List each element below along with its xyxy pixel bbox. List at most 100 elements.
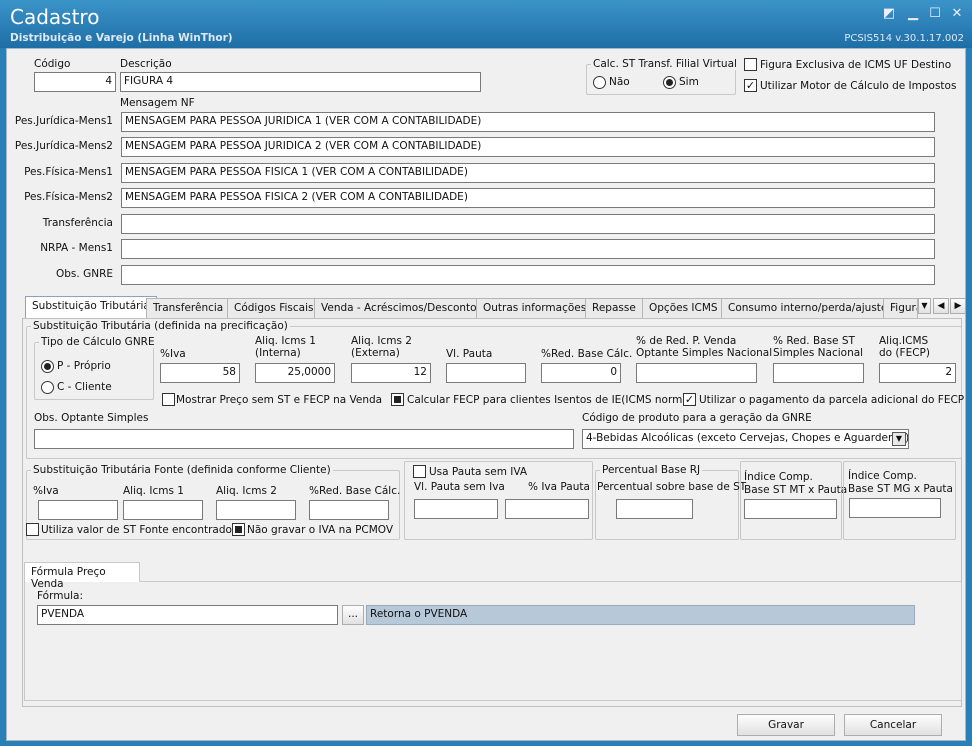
vl-pauta-sem-iva-input[interactable] [414, 499, 498, 519]
calcular-fecp-label: Calcular FECP para clientes Isentos de I… [407, 394, 696, 406]
msg-label-obs-gnre: Obs. GNRE [56, 268, 113, 280]
red-base-st-input[interactable] [773, 363, 864, 383]
msg-label-pf1: Pes.Física-Mens1 [24, 166, 113, 178]
aliq1-input[interactable]: 25,0000 [255, 363, 335, 383]
st-fonte-redbase-input[interactable] [309, 500, 389, 520]
red-base-st-sub-label: Simples Nacional [773, 347, 864, 359]
tab-transferencia[interactable]: Transferência [146, 298, 231, 318]
tab-outras-informacoes[interactable]: Outras informações [476, 298, 594, 318]
calc-st-sim-radio[interactable] [663, 76, 676, 89]
tabs-scroll-right-icon[interactable]: ▶ [950, 298, 966, 314]
utilizar-pagamento-checkbox[interactable]: ✓ [683, 393, 696, 406]
red-base-st-label: % Red. Base ST [773, 335, 855, 347]
restore-icon[interactable]: ◩ [880, 6, 898, 22]
tab-repasse[interactable]: Repasse [585, 298, 643, 318]
minimize-icon[interactable]: ▁ [904, 6, 922, 22]
aliq2-input[interactable]: 12 [351, 363, 431, 383]
msg-input-pf1[interactable]: MENSAGEM PARA PESSOA FISICA 1 (VER COM A… [121, 163, 935, 183]
msg-input-transferencia[interactable] [121, 214, 935, 234]
figura-exclusiva-checkbox[interactable] [744, 58, 757, 71]
formula-browse-button[interactable]: ... [342, 605, 364, 625]
usa-pauta-checkbox[interactable] [413, 465, 426, 478]
tab-substituicao-tributaria[interactable]: Substituição Tributária [25, 296, 157, 319]
formula-input[interactable]: PVENDA [37, 605, 338, 625]
tab-figura[interactable]: Figura [883, 298, 918, 318]
maximize-icon[interactable]: ☐ [926, 6, 944, 22]
tabs-scroll-left-icon[interactable]: ◀ [933, 298, 949, 314]
msg-input-nrpa[interactable] [121, 239, 935, 259]
msg-label-pj2: Pes.Jurídica-Mens2 [14, 140, 113, 152]
descricao-input[interactable]: FIGURA 4 [120, 72, 481, 92]
mensagem-nf-label: Mensagem NF [120, 97, 195, 109]
tab-venda-acrescimos[interactable]: Venda - Acréscimos/Descontos [314, 298, 490, 318]
mostrar-preco-label: Mostrar Preço sem ST e FECP na Venda [176, 394, 383, 406]
nao-gravar-checkbox[interactable] [232, 523, 245, 536]
msg-input-pj1[interactable]: MENSAGEM PARA PESSOA JURIDICA 1 (VER COM… [121, 112, 935, 132]
cancelar-button[interactable]: Cancelar [844, 714, 942, 736]
codigo-input[interactable]: 4 [34, 72, 116, 92]
aliq-fecp-input[interactable]: 2 [879, 363, 956, 383]
vl-pauta-sem-iva-label: Vl. Pauta sem Iva [414, 481, 505, 493]
formula-description: Retorna o PVENDA [366, 605, 915, 625]
mg-input[interactable] [849, 498, 941, 518]
window-title: Cadastro [10, 5, 100, 29]
close-icon[interactable]: ✕ [948, 6, 966, 22]
msg-label-pj1: Pes.Jurídica-Mens1 [14, 115, 113, 127]
utilizar-pagamento-label: Utilizar o pagamento da parcela adiciona… [699, 394, 965, 406]
utiliza-valor-checkbox[interactable] [26, 523, 39, 536]
rj-input[interactable] [616, 499, 693, 519]
obs-optante-label: Obs. Optante Simples [34, 412, 149, 424]
formula-panel [24, 581, 962, 701]
msg-label-pf2: Pes.Física-Mens2 [24, 191, 113, 203]
title-bar: Cadastro Distribuição e Varejo (Linha Wi… [0, 0, 972, 48]
msg-input-obs-gnre[interactable] [121, 265, 935, 285]
utilizar-motor-checkbox[interactable]: ✓ [744, 79, 757, 92]
iva-pauta-input[interactable] [505, 499, 589, 519]
red-pvenda-input[interactable] [636, 363, 757, 383]
aliq2-label: Aliq. Icms 2 [351, 335, 412, 347]
window-subtitle: Distribuição e Varejo (Linha WinThor) [10, 32, 233, 44]
tipo-p-label: P - Próprio [57, 360, 111, 372]
msg-input-pf2[interactable]: MENSAGEM PARA PESSOA FISICA 2 (VER COM A… [121, 188, 935, 208]
st-fonte-aliq1-input[interactable] [123, 500, 203, 520]
aliq1-label: Aliq. Icms 1 [255, 335, 316, 347]
tabs-dropdown-icon[interactable]: ▼ [918, 298, 931, 314]
rj-label: Percentual sobre base de ST [597, 481, 747, 493]
red-pvenda-label: % de Red. P. Venda [636, 335, 737, 347]
chevron-down-icon[interactable]: ▼ [892, 432, 906, 446]
tipo-p-radio[interactable] [41, 360, 54, 373]
rj-title: Percentual Base RJ [600, 464, 703, 476]
codigo-produto-select[interactable]: 4-Bebidas Alcoólicas (exceto Cervejas, C… [582, 429, 909, 449]
gravar-button[interactable]: Gravar [737, 714, 835, 736]
aliq-fecp-sub-label: do (FECP) [879, 347, 930, 359]
msg-input-pj2[interactable]: MENSAGEM PARA PESSOA JURIDICA 2 (VER COM… [121, 137, 935, 157]
aliq2-sub-label: (Externa) [351, 347, 400, 359]
st-fonte-aliq2-label: Aliq. Icms 2 [216, 485, 277, 497]
mt-label: Índice Comp. [744, 471, 813, 483]
vl-pauta-input[interactable] [446, 363, 526, 383]
codigo-produto-value: 4-Bebidas Alcoólicas (exceto Cervejas, C… [586, 432, 909, 444]
utilizar-motor-label: Utilizar Motor de Cálculo de Impostos [760, 80, 957, 92]
tipo-c-radio[interactable] [41, 381, 54, 394]
mt-input[interactable] [744, 499, 837, 519]
obs-optante-input[interactable] [34, 429, 574, 449]
tab-formula-preco-venda[interactable]: Fórmula Preço Venda [24, 562, 140, 590]
mg-sub-label: Base ST MG x Pauta [848, 483, 953, 495]
tab-opcoes-icms[interactable]: Opções ICMS [642, 298, 725, 318]
st-group-title: Substituição Tributária (definida na pre… [31, 320, 290, 332]
st-fonte-aliq2-input[interactable] [216, 500, 296, 520]
tab-consumo-interno[interactable]: Consumo interno/perda/ajuste [721, 298, 895, 318]
st-fonte-iva-input[interactable] [38, 500, 118, 520]
iva-label: %Iva [160, 348, 186, 360]
red-base-input[interactable]: 0 [541, 363, 621, 383]
form-client-area: Código 4 Descrição FIGURA 4 Calc. ST Tra… [6, 48, 966, 741]
mostrar-preco-checkbox[interactable] [162, 393, 175, 406]
calc-st-nao-radio[interactable] [593, 76, 606, 89]
msg-label-nrpa: NRPA - Mens1 [40, 242, 113, 254]
calc-st-sim-label: Sim [679, 76, 699, 88]
codigo-label: Código [34, 58, 71, 70]
calcular-fecp-checkbox[interactable] [391, 393, 404, 406]
iva-input[interactable]: 58 [160, 363, 240, 383]
iva-pauta-label: % Iva Pauta [528, 481, 590, 493]
tab-codigos-fiscais[interactable]: Códigos Fiscais [227, 298, 321, 318]
